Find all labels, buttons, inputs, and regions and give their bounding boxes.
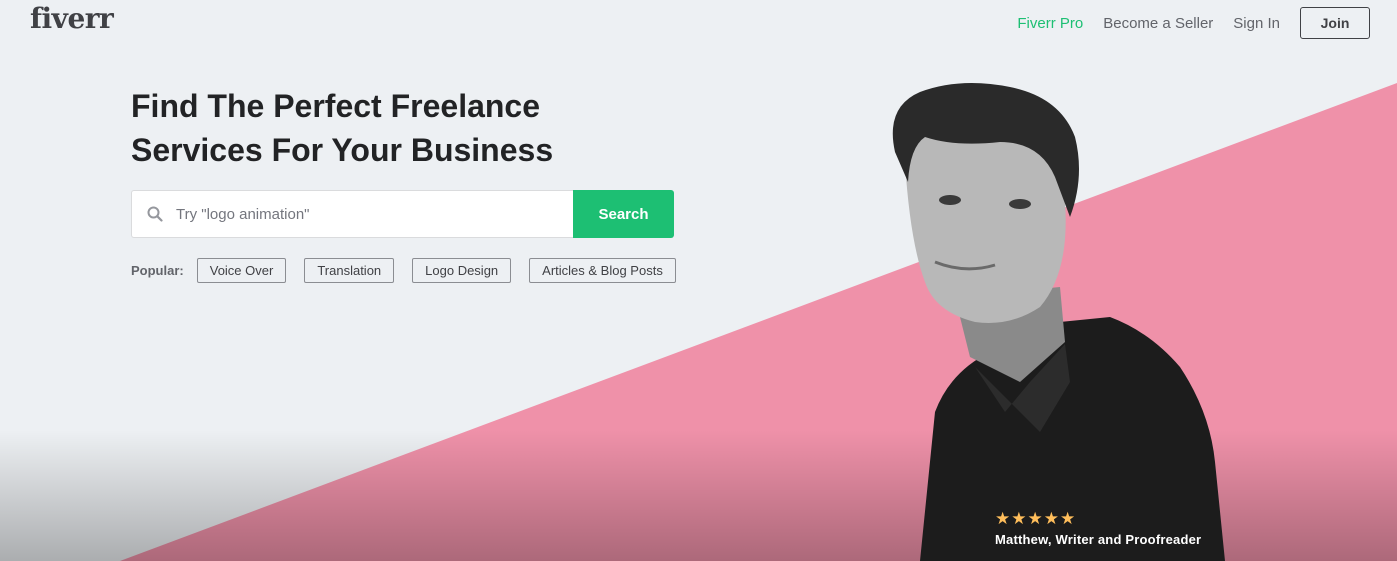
- headline-line-2: Services For Your Business: [131, 132, 554, 168]
- search-icon: [147, 206, 163, 222]
- nav-fiverr-pro-link[interactable]: Fiverr Pro: [1017, 15, 1083, 32]
- popular-tag-logo-design[interactable]: Logo Design: [412, 258, 512, 283]
- rating-stars: ★★★★★: [995, 509, 1077, 528]
- nav-become-seller-link[interactable]: Become a Seller: [1103, 15, 1213, 32]
- search-input[interactable]: [176, 205, 536, 223]
- hero-headline: Find The Perfect Freelance Services For …: [131, 84, 611, 172]
- nav-sign-in-link[interactable]: Sign In: [1233, 15, 1280, 32]
- popular-label: Popular:: [131, 263, 184, 278]
- fiverr-logo[interactable]: fiverr: [30, 2, 114, 35]
- testimonial-name: Matthew, Writer and Proofreader: [995, 532, 1202, 547]
- testimonial-caption: ★★★★★ Matthew, Writer and Proofreader: [995, 509, 1202, 548]
- headline-line-1: Find The Perfect Freelance: [131, 88, 541, 124]
- top-nav: Fiverr Pro Become a Seller Sign In Join: [1017, 7, 1370, 39]
- freelancer-portrait: [892, 83, 1225, 561]
- popular-tag-voice-over[interactable]: Voice Over: [196, 258, 287, 283]
- popular-tag-translation[interactable]: Translation: [304, 258, 395, 283]
- search-bar: Search: [131, 190, 674, 238]
- popular-tag-articles-blog-posts[interactable]: Articles & Blog Posts: [529, 258, 676, 283]
- popular-searches: Popular: Voice Over Translation Logo Des…: [131, 258, 694, 283]
- join-button[interactable]: Join: [1300, 7, 1370, 39]
- search-button[interactable]: Search: [573, 190, 674, 238]
- search-input-container: [131, 190, 573, 238]
